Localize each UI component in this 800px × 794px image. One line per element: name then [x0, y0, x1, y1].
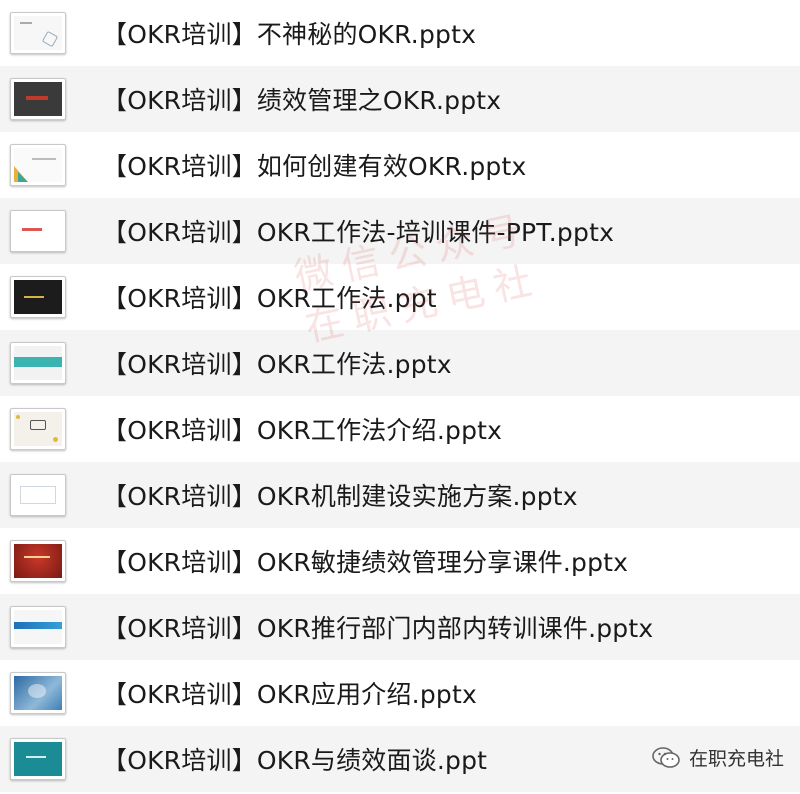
file-thumbnail	[10, 342, 66, 384]
file-row[interactable]: 【OKR培训】如何创建有效OKR.pptx	[0, 132, 800, 198]
file-row[interactable]: 【OKR培训】不神秘的OKR.pptx	[0, 0, 800, 66]
file-name: 【OKR培训】OKR推行部门内部内转训课件.pptx	[102, 614, 654, 643]
file-thumbnail	[10, 540, 66, 582]
file-row[interactable]: 【OKR培训】OKR工作法.ppt	[0, 264, 800, 330]
file-row[interactable]: 【OKR培训】OKR推行部门内部内转训课件.pptx	[0, 594, 800, 660]
file-thumbnail	[10, 408, 66, 450]
file-name: 【OKR培训】OKR工作法-培训课件-PPT.pptx	[102, 218, 615, 247]
wechat-icon	[652, 746, 680, 768]
file-name: 【OKR培训】不神秘的OKR.pptx	[102, 20, 477, 49]
file-list: 【OKR培训】不神秘的OKR.pptx 【OKR培训】绩效管理之OKR.pptx…	[0, 0, 800, 794]
file-name: 【OKR培训】OKR敏捷绩效管理分享课件.pptx	[102, 548, 629, 577]
file-thumbnail	[10, 606, 66, 648]
file-row[interactable]: 【OKR培训】OKR工作法介绍.pptx	[0, 396, 800, 462]
file-row[interactable]: 【OKR培训】OKR敏捷绩效管理分享课件.pptx	[0, 528, 800, 594]
file-row[interactable]: 【OKR培训】绩效管理之OKR.pptx	[0, 66, 800, 132]
file-row[interactable]: 【OKR培训】OKR机制建设实施方案.pptx	[0, 462, 800, 528]
file-name: 【OKR培训】OKR机制建设实施方案.pptx	[102, 482, 578, 511]
file-thumbnail	[10, 276, 66, 318]
file-name: 【OKR培训】如何创建有效OKR.pptx	[102, 152, 527, 181]
file-thumbnail	[10, 738, 66, 780]
file-thumbnail	[10, 210, 66, 252]
file-name: 【OKR培训】OKR工作法.pptx	[102, 350, 452, 379]
file-name: 【OKR培训】OKR工作法.ppt	[102, 284, 437, 313]
file-name: 【OKR培训】OKR应用介绍.pptx	[102, 680, 477, 709]
file-thumbnail	[10, 672, 66, 714]
brand-text: 在职充电社	[688, 748, 784, 770]
file-thumbnail	[10, 144, 66, 186]
file-thumbnail	[10, 12, 66, 54]
file-thumbnail	[10, 474, 66, 516]
brand-label: 在职充电社	[651, 744, 784, 771]
file-name: 【OKR培训】OKR工作法介绍.pptx	[102, 416, 503, 445]
file-name: 【OKR培训】绩效管理之OKR.pptx	[102, 86, 502, 115]
file-thumbnail	[10, 78, 66, 120]
file-name: 【OKR培训】OKR与绩效面谈.ppt	[102, 746, 488, 775]
file-row[interactable]: 【OKR培训】OKR应用介绍.pptx	[0, 660, 800, 726]
file-row[interactable]: 【OKR培训】OKR工作法-培训课件-PPT.pptx	[0, 198, 800, 264]
file-row[interactable]: 【OKR培训】OKR工作法.pptx	[0, 330, 800, 396]
